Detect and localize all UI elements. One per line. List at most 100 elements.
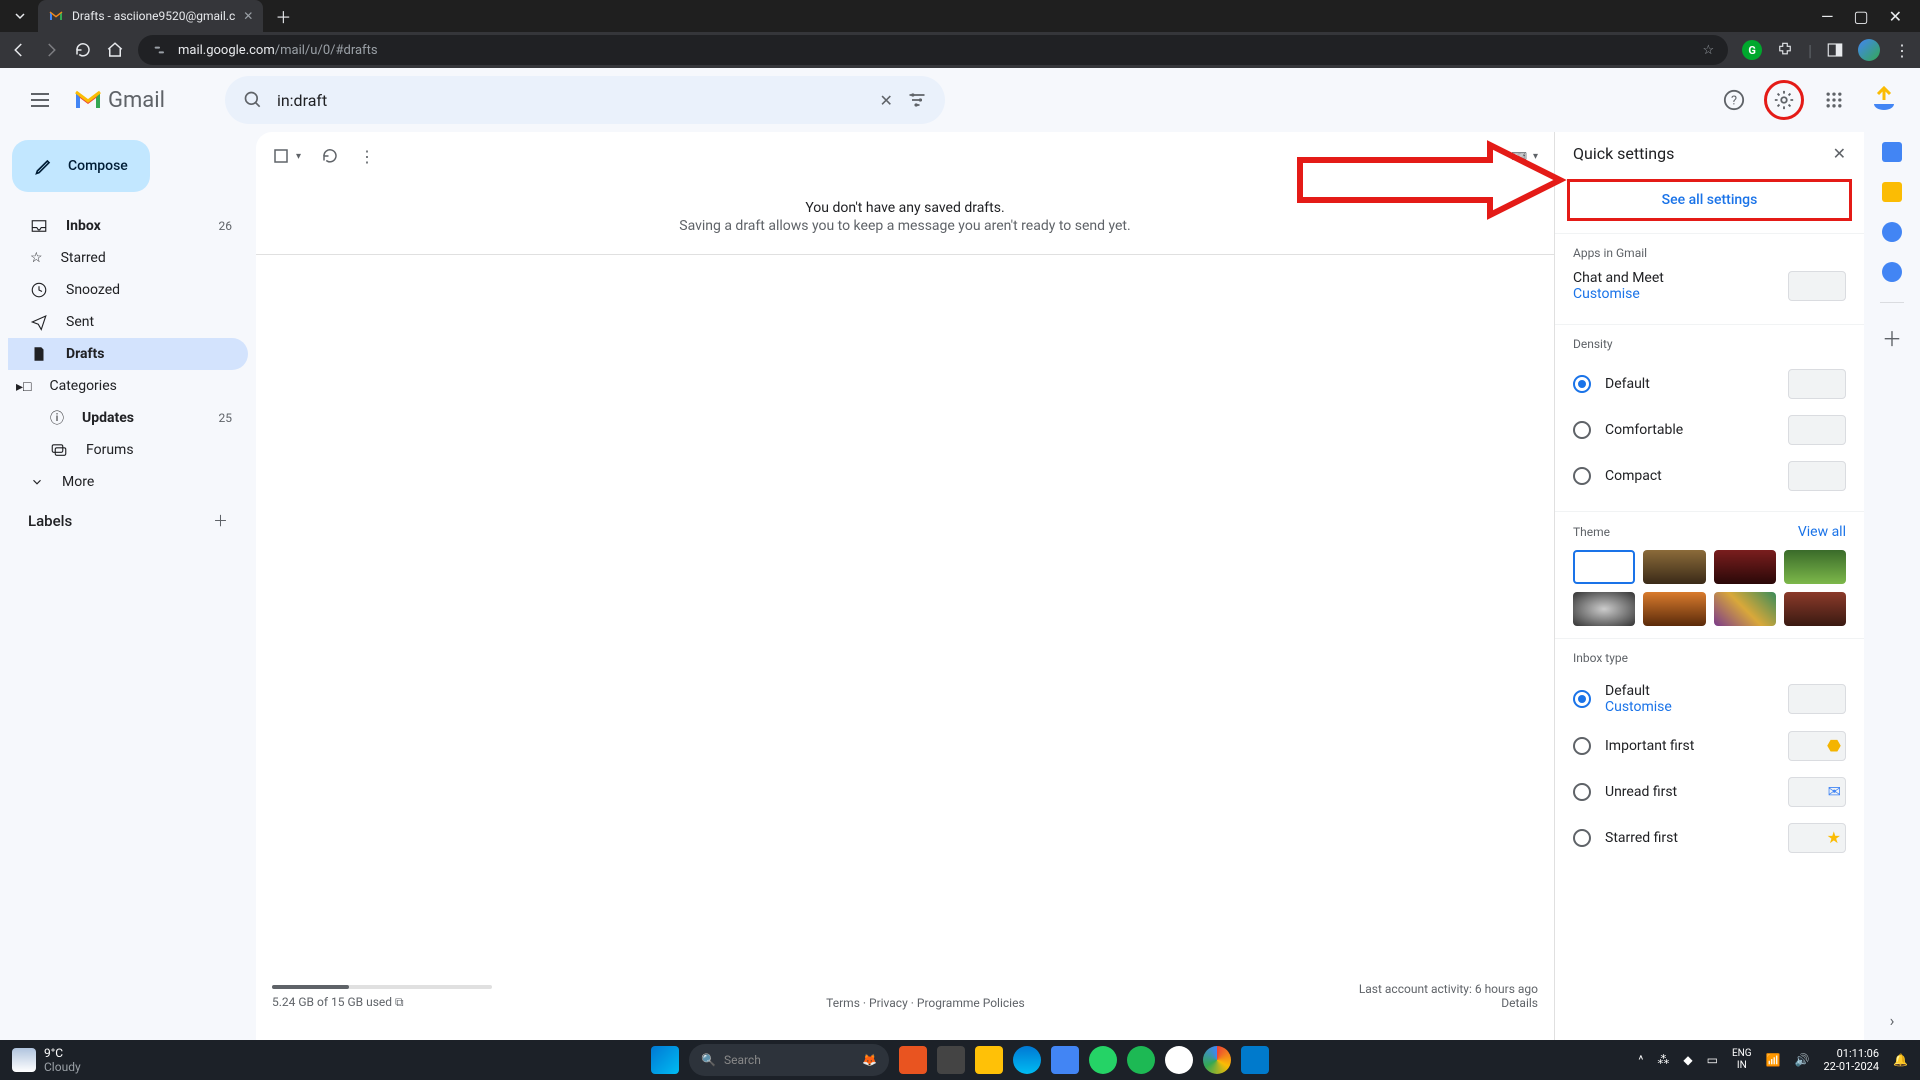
nav-home-icon[interactable] (106, 41, 124, 59)
google-apps-icon[interactable] (1814, 80, 1854, 120)
tray-icon[interactable]: ▭ (1707, 1053, 1718, 1067)
radio-icon[interactable] (1573, 375, 1591, 393)
tray-chevron-icon[interactable]: ^ (1638, 1053, 1643, 1067)
nav-reload-icon[interactable] (74, 41, 92, 59)
add-label-icon[interactable]: ＋ (213, 510, 228, 531)
tray-icon[interactable]: ◆ (1683, 1053, 1692, 1067)
sidebar-item-sent[interactable]: Sent (8, 306, 248, 338)
sidebar-item-forums[interactable]: Forums (8, 434, 248, 466)
calendar-icon[interactable] (1882, 142, 1902, 162)
input-tool-dropdown-icon[interactable]: ▾ (1533, 151, 1538, 162)
inbox-unread-option[interactable]: Unread first ✉ (1573, 769, 1846, 815)
radio-icon[interactable] (1573, 421, 1591, 439)
search-clear-icon[interactable]: ✕ (880, 91, 893, 110)
more-actions-icon[interactable]: ⋮ (359, 147, 375, 166)
search-options-icon[interactable] (907, 90, 927, 110)
tab-list-dropdown[interactable] (8, 4, 32, 28)
contacts-icon[interactable] (1882, 262, 1902, 282)
file-explorer-icon[interactable] (975, 1046, 1003, 1074)
theme-tile[interactable] (1643, 550, 1705, 584)
notifications-icon[interactable]: 🔔 (1893, 1053, 1908, 1067)
inbox-default-option[interactable]: Default Customise (1573, 675, 1846, 723)
slack-icon[interactable] (1165, 1046, 1193, 1074)
gmail-logo[interactable]: Gmail (74, 88, 165, 113)
select-all-checkbox[interactable] (272, 147, 290, 165)
see-all-settings-button[interactable]: See all settings (1567, 179, 1852, 221)
taskbar-app-icon[interactable] (899, 1046, 927, 1074)
sidebar-item-updates[interactable]: ⓘ Updates 25 (8, 402, 248, 434)
bookmark-star-icon[interactable]: ☆ (1702, 43, 1714, 58)
taskbar-clock[interactable]: 01:11:06 22-01-2024 (1824, 1047, 1880, 1073)
window-close-icon[interactable]: ✕ (1889, 7, 1902, 26)
window-maximize-icon[interactable]: ▢ (1853, 7, 1868, 26)
start-button[interactable] (651, 1046, 679, 1074)
sidebar-item-drafts[interactable]: Drafts (8, 338, 248, 370)
search-icon[interactable] (243, 90, 263, 110)
radio-icon[interactable] (1573, 783, 1591, 801)
tasks-icon[interactable] (1882, 222, 1902, 242)
new-tab-button[interactable]: ＋ (275, 4, 291, 28)
input-tool-icon[interactable]: ⌨ (1511, 150, 1527, 163)
inbox-starred-option[interactable]: Starred first ★ (1573, 815, 1846, 861)
address-bar[interactable]: mail.google.com/mail/u/0/#drafts ☆ (138, 35, 1728, 65)
account-avatar[interactable] (1864, 80, 1904, 120)
density-compact-option[interactable]: Compact (1573, 453, 1846, 499)
support-icon[interactable]: ? (1714, 80, 1754, 120)
browser-tab-active[interactable]: Drafts - asciione9520@gmail.c ✕ (38, 0, 263, 32)
radio-icon[interactable] (1573, 737, 1591, 755)
theme-tile[interactable] (1573, 550, 1635, 584)
theme-tile[interactable] (1784, 550, 1846, 584)
language-indicator[interactable]: ENG IN (1732, 1048, 1752, 1072)
sidebar-item-starred[interactable]: ☆ Starred (8, 242, 248, 274)
whatsapp-icon[interactable] (1089, 1046, 1117, 1074)
footer-policies-link[interactable]: Programme Policies (917, 996, 1025, 1010)
customise-inbox-link[interactable]: Customise (1605, 699, 1672, 715)
extensions-icon[interactable] (1776, 41, 1794, 59)
footer-privacy-link[interactable]: Privacy (869, 996, 908, 1010)
sidebar-item-more[interactable]: More (8, 466, 248, 498)
storage-manage-icon[interactable]: ⧉ (395, 995, 404, 1009)
theme-tile[interactable] (1714, 550, 1776, 584)
settings-gear-icon[interactable] (1764, 80, 1804, 120)
radio-icon[interactable] (1573, 829, 1591, 847)
theme-tile[interactable] (1573, 592, 1635, 626)
refresh-icon[interactable] (321, 147, 339, 165)
theme-tile[interactable] (1784, 592, 1846, 626)
tab-close-icon[interactable]: ✕ (243, 9, 253, 23)
taskbar-app-icon[interactable] (1051, 1046, 1079, 1074)
radio-icon[interactable] (1573, 690, 1591, 708)
density-comfortable-option[interactable]: Comfortable (1573, 407, 1846, 453)
compose-button[interactable]: Compose (12, 140, 150, 192)
customise-chat-link[interactable]: Customise (1573, 286, 1664, 302)
theme-tile[interactable] (1643, 592, 1705, 626)
sidebar-item-inbox[interactable]: Inbox 26 (8, 210, 248, 242)
vscode-icon[interactable] (1241, 1046, 1269, 1074)
tray-icon[interactable]: ⁂ (1657, 1053, 1669, 1067)
taskbar-search[interactable]: 🔍 Search 🦊 (689, 1044, 889, 1076)
sidepanel-icon[interactable] (1826, 41, 1844, 59)
edge-icon[interactable] (1013, 1046, 1041, 1074)
view-all-themes-link[interactable]: View all (1798, 524, 1846, 540)
inbox-important-option[interactable]: Important first ⬣ (1573, 723, 1846, 769)
site-settings-icon[interactable] (152, 42, 168, 58)
keep-icon[interactable] (1882, 182, 1902, 202)
taskbar-weather[interactable]: 9°C Cloudy (12, 1046, 81, 1074)
chrome-menu-icon[interactable]: ⋮ (1894, 41, 1910, 60)
radio-icon[interactable] (1573, 467, 1591, 485)
nav-back-icon[interactable] (10, 41, 28, 59)
sidebar-item-snoozed[interactable]: Snoozed (8, 274, 248, 306)
search-bar[interactable]: in:draft ✕ (225, 76, 945, 124)
volume-icon[interactable]: 🔊 (1795, 1053, 1810, 1067)
spotify-icon[interactable] (1127, 1046, 1155, 1074)
select-dropdown-icon[interactable]: ▾ (296, 151, 301, 162)
nav-forward-icon[interactable] (42, 41, 60, 59)
wifi-icon[interactable]: 📶 (1766, 1053, 1781, 1067)
close-icon[interactable]: ✕ (1833, 144, 1846, 163)
grammarly-extension-icon[interactable]: G (1742, 40, 1762, 60)
search-input[interactable]: in:draft (277, 91, 866, 110)
activity-details-link[interactable]: Details (1501, 996, 1538, 1010)
window-minimize-icon[interactable]: — (1821, 7, 1834, 26)
footer-terms-link[interactable]: Terms (826, 996, 860, 1010)
main-menu-icon[interactable] (16, 76, 64, 124)
taskbar-app-icon[interactable] (937, 1046, 965, 1074)
